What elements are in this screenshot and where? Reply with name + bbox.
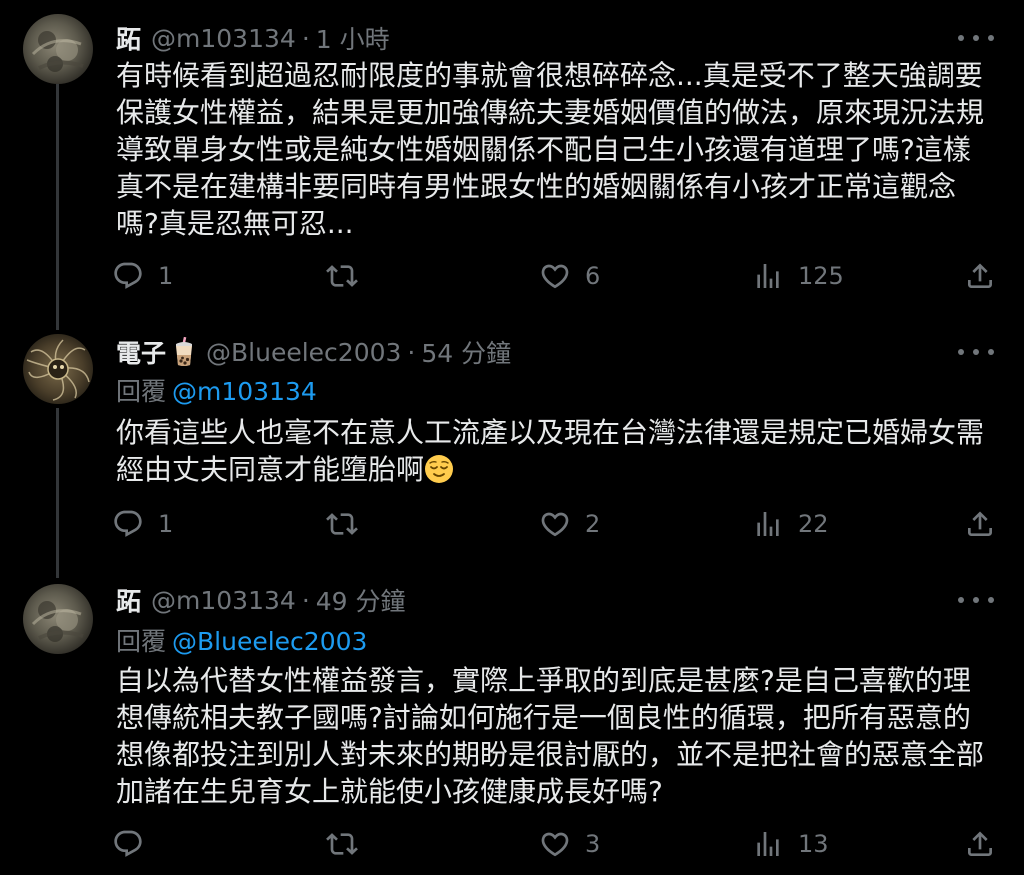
text-line: 經由丈夫同意才能墮胎啊 xyxy=(116,453,425,486)
action-bar: 3 13 xyxy=(112,824,1002,864)
reply-icon xyxy=(112,828,144,860)
reply-icon xyxy=(112,260,144,292)
avatar[interactable] xyxy=(23,334,93,404)
text-line: 想傳統相夫教子國嗎?討論如何施行是一個良性的循環，把所有惡意的 xyxy=(116,701,971,734)
heart-icon xyxy=(539,828,571,860)
like-button[interactable]: 6 xyxy=(539,256,600,296)
share-icon xyxy=(964,828,996,860)
replying-to: 回覆 @m103134 xyxy=(116,372,317,408)
view-count: 13 xyxy=(798,830,829,858)
like-count: 3 xyxy=(585,830,601,858)
mention-link[interactable]: @m103134 xyxy=(172,377,317,406)
reply-count: 1 xyxy=(158,510,174,538)
timestamp[interactable]: 1 小時 xyxy=(316,20,390,56)
timestamp[interactable]: 49 分鐘 xyxy=(316,582,406,618)
like-count: 2 xyxy=(585,510,601,538)
heart-icon xyxy=(539,260,571,292)
reply-button[interactable]: 1 xyxy=(112,504,173,544)
retweet-icon xyxy=(326,260,358,292)
replying-prefix: 回覆 xyxy=(116,377,167,406)
text-line: 有時候看到超過忍耐限度的事就會很想碎碎念...真是受不了整天強調要 xyxy=(116,59,983,92)
username[interactable]: @Blueelec2003 xyxy=(206,338,401,367)
reply-icon xyxy=(112,508,144,540)
more-icon[interactable] xyxy=(958,342,994,362)
share-button[interactable] xyxy=(964,504,996,544)
text-line-with-emoji: 經由丈夫同意才能墮胎啊 xyxy=(116,451,996,488)
mention-link[interactable]: @Blueelec2003 xyxy=(172,627,367,656)
display-name[interactable]: 跖 xyxy=(116,20,141,56)
like-count: 6 xyxy=(585,262,601,290)
views-icon xyxy=(752,828,784,860)
share-button[interactable] xyxy=(964,824,996,864)
text-line: 你看這些人也毫不在意人工流產以及現在台灣法律還是規定已婚婦女需 xyxy=(116,416,985,449)
text-line: 導致單身女性或是純女性婚姻關係不配自己生小孩還有道理了嗎?這樣 xyxy=(116,133,971,166)
replying-prefix: 回覆 xyxy=(116,627,167,656)
text-line: 加諸在生兒育女上就能使小孩健康成長好嗎? xyxy=(116,775,663,808)
retweet-button[interactable] xyxy=(326,256,358,296)
display-name[interactable]: 跖 xyxy=(116,582,141,618)
views-icon xyxy=(752,508,784,540)
relieved-face-icon xyxy=(424,454,454,484)
action-bar: 1 6 125 xyxy=(112,256,1002,296)
reply-button[interactable]: 1 xyxy=(112,256,173,296)
reply-button[interactable] xyxy=(112,824,158,864)
tweet[interactable]: 跖 @m103134 · 1 小時 有時候看到超過忍耐限度的事就會很想碎碎念..… xyxy=(0,0,1024,320)
like-button[interactable]: 2 xyxy=(539,504,600,544)
more-icon[interactable] xyxy=(958,28,994,48)
text-line: 想像都投注到別人對未來的期盼是很討厭的，並不是把社會的惡意全部 xyxy=(116,738,985,771)
username[interactable]: @m103134 xyxy=(151,24,296,53)
tweet-text: 有時候看到超過忍耐限度的事就會很想碎碎念...真是受不了整天強調要 保護女性權益… xyxy=(116,57,996,242)
retweet-icon xyxy=(326,828,358,860)
text-line: 自以為代替女性權益發言，實際上爭取的到底是甚麼?是自己喜歡的理 xyxy=(116,664,971,697)
tweet-header: 跖 @m103134 · 49 分鐘 xyxy=(116,582,406,618)
view-count: 125 xyxy=(798,262,844,290)
heart-icon xyxy=(539,508,571,540)
retweet-button[interactable] xyxy=(326,824,358,864)
share-icon xyxy=(964,260,996,292)
bubble-tea-icon xyxy=(172,336,196,367)
avatar[interactable] xyxy=(23,14,93,84)
avatar[interactable] xyxy=(23,584,93,654)
separator-dot: · xyxy=(301,23,310,53)
retweet-icon xyxy=(326,508,358,540)
retweet-button[interactable] xyxy=(326,504,358,544)
separator-dot: · xyxy=(407,337,416,367)
tweet-text: 你看這些人也毫不在意人工流產以及現在台灣法律還是規定已婚婦女需 經由丈夫同意才能… xyxy=(116,414,996,488)
reply-count: 1 xyxy=(158,262,174,290)
tweet-text: 自以為代替女性權益發言，實際上爭取的到底是甚麼?是自己喜歡的理 想傳統相夫教子國… xyxy=(116,662,996,810)
views-button[interactable]: 13 xyxy=(752,824,829,864)
more-icon[interactable] xyxy=(958,590,994,610)
views-icon xyxy=(752,260,784,292)
username[interactable]: @m103134 xyxy=(151,586,296,615)
replying-to: 回覆 @Blueelec2003 xyxy=(116,622,367,658)
display-name[interactable]: 電子 xyxy=(116,334,166,370)
text-line: 真不是在建構非要同時有男性跟女性的婚姻關係有小孩才正常這觀念 xyxy=(116,170,957,203)
views-button[interactable]: 125 xyxy=(752,256,844,296)
view-count: 22 xyxy=(798,510,829,538)
text-line: 保護女性權益，結果是更加強傳統夫妻婚姻價值的做法，原來現況法規 xyxy=(116,96,985,129)
like-button[interactable]: 3 xyxy=(539,824,600,864)
action-bar: 1 2 22 xyxy=(112,504,1002,544)
tweet-header: 電子 @Blueelec2003 · 54 分鐘 xyxy=(116,334,511,370)
timestamp[interactable]: 54 分鐘 xyxy=(421,334,511,370)
views-button[interactable]: 22 xyxy=(752,504,829,544)
separator-dot: · xyxy=(301,585,310,615)
share-icon xyxy=(964,508,996,540)
share-button[interactable] xyxy=(964,256,996,296)
tweet[interactable]: 電子 @Blueelec2003 · 54 分鐘 回覆 @m103134 你看這些… xyxy=(0,320,1024,570)
tweet-header: 跖 @m103134 · 1 小時 xyxy=(116,20,390,56)
tweet[interactable]: 跖 @m103134 · 49 分鐘 回覆 @Blueelec2003 自以為代替… xyxy=(0,570,1024,875)
text-line: 嗎?真是忍無可忍... xyxy=(116,207,354,240)
